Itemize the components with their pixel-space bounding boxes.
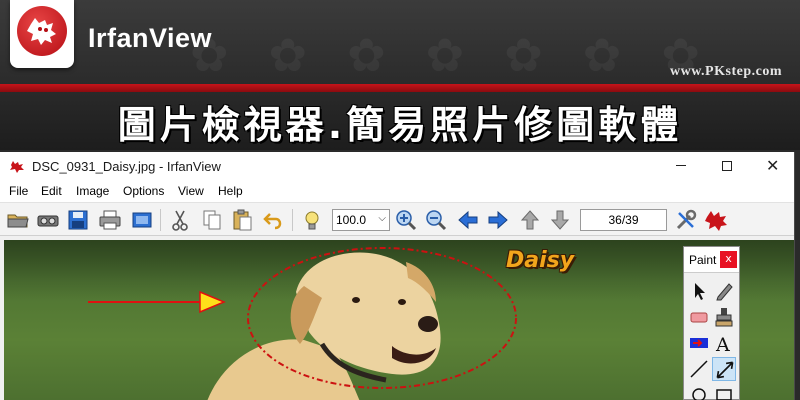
arrow-line-icon[interactable] xyxy=(712,357,736,381)
daisy-annotation: Daisy xyxy=(506,248,575,273)
maximize-button[interactable] xyxy=(704,152,750,180)
menu-image[interactable]: Image xyxy=(76,184,109,198)
color-replace-icon[interactable] xyxy=(687,331,711,355)
app-logo xyxy=(10,0,74,68)
last-image-icon[interactable] xyxy=(548,208,572,232)
background-watermark: ✿ ✿ ✿ ✿ ✿ ✿ ✿ xyxy=(190,28,712,82)
first-image-icon[interactable] xyxy=(518,208,542,232)
zoom-out-icon[interactable] xyxy=(424,208,448,232)
window-title: DSC_0931_Daisy.jpg - IrfanView xyxy=(32,159,221,174)
rectangle-icon[interactable] xyxy=(712,383,736,400)
minimize-button[interactable] xyxy=(658,152,704,180)
text-tool-glyph: A xyxy=(715,334,730,355)
page-counter[interactable]: 36/39 xyxy=(580,209,667,231)
zoom-select[interactable]: 100.0 ⌵ xyxy=(332,209,390,231)
title-bar[interactable]: DSC_0931_Daisy.jpg - IrfanView ✕ xyxy=(0,152,794,180)
pen-icon[interactable] xyxy=(712,279,736,303)
irfanview-cat-icon xyxy=(10,161,24,173)
paint-close-button[interactable]: x xyxy=(720,251,737,268)
next-icon[interactable] xyxy=(486,208,510,232)
image-canvas[interactable]: Daisy xyxy=(4,240,794,400)
paint-panel: Paint x A xyxy=(683,246,740,400)
maximize-icon xyxy=(722,161,732,171)
text-icon[interactable]: A xyxy=(712,331,736,356)
menu-bar: File Edit Image Options View Help xyxy=(0,180,794,202)
header-banner: ✿ ✿ ✿ ✿ ✿ ✿ ✿ IrfanView www.PKstep.com 圖… xyxy=(0,0,800,150)
chevron-down-icon: ⌵ xyxy=(378,213,386,224)
undo-icon[interactable] xyxy=(262,208,286,232)
settings-icon[interactable] xyxy=(674,208,698,232)
red-divider xyxy=(0,84,800,92)
toolbar: 100.0 ⌵ 36/39 xyxy=(0,202,794,236)
toolbar-separator xyxy=(292,209,293,231)
menu-help[interactable]: Help xyxy=(218,184,243,198)
zoom-value: 100.0 xyxy=(336,213,367,227)
menu-file[interactable]: File xyxy=(9,184,28,198)
banner-tagline: 圖片檢視器.簡易照片修圖軟體 xyxy=(117,103,683,147)
irfanview-window: DSC_0931_Daisy.jpg - IrfanView ✕ File Ed… xyxy=(0,152,795,400)
dog-photo xyxy=(88,247,517,400)
menu-edit[interactable]: Edit xyxy=(41,184,62,198)
site-url: www.PKstep.com xyxy=(670,64,782,79)
print-icon[interactable] xyxy=(98,208,122,232)
menu-view[interactable]: View xyxy=(178,184,204,198)
paste-icon[interactable] xyxy=(230,208,254,232)
circle-icon[interactable] xyxy=(687,383,711,400)
scan-icon[interactable] xyxy=(130,208,154,232)
line-icon[interactable] xyxy=(687,357,711,381)
zoom-in-icon[interactable] xyxy=(394,208,418,232)
paint-title: Paint xyxy=(689,253,717,267)
slideshow-icon[interactable] xyxy=(36,208,60,232)
save-icon[interactable] xyxy=(66,208,90,232)
eraser-icon[interactable] xyxy=(687,305,711,329)
cut-icon[interactable] xyxy=(168,208,192,232)
copy-icon[interactable] xyxy=(200,208,224,232)
app-name: IrfanView xyxy=(88,23,213,53)
about-icon[interactable] xyxy=(704,208,728,232)
close-icon: ✕ xyxy=(766,156,780,175)
paint-title-bar[interactable]: Paint x xyxy=(684,247,739,273)
open-folder-icon[interactable] xyxy=(6,208,30,232)
irfanview-cat-logo-icon xyxy=(17,6,67,56)
close-button[interactable]: ✕ xyxy=(750,152,794,180)
previous-icon[interactable] xyxy=(456,208,480,232)
info-bulb-icon[interactable] xyxy=(300,208,324,232)
minimize-icon xyxy=(676,165,686,166)
toolbar-separator xyxy=(160,209,161,231)
menu-options[interactable]: Options xyxy=(123,184,164,198)
selection-arrow-icon[interactable] xyxy=(687,279,711,303)
clone-stamp-icon[interactable] xyxy=(712,305,736,329)
